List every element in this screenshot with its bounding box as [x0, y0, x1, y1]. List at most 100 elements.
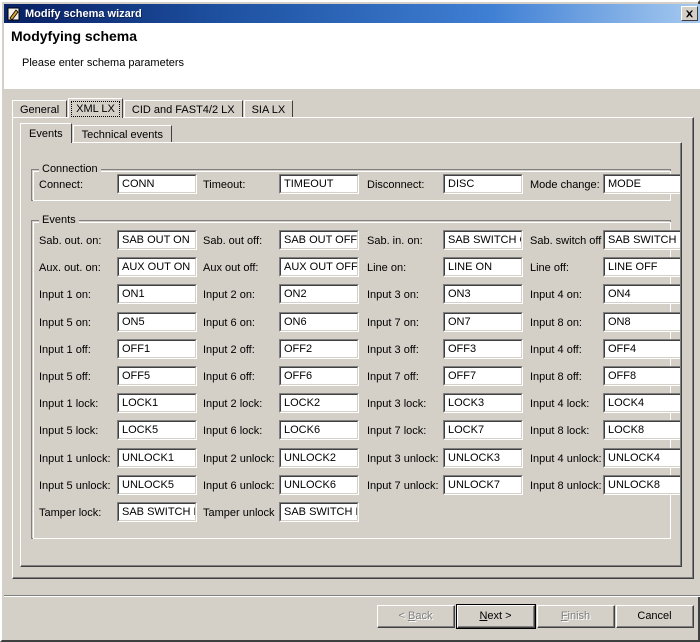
subtab-technical-events[interactable]: Technical events	[72, 125, 172, 143]
events-tab-panel-inner: Connection Connect: CONN Timeout: TIMEOU…	[21, 143, 681, 566]
event-field-input[interactable]: ON7	[443, 311, 523, 332]
event-field-value: ON6	[284, 315, 307, 328]
event-field-input[interactable]: LOCK3	[443, 393, 523, 414]
event-field-input[interactable]: SAB SWITCH L	[279, 502, 359, 522]
event-field-input[interactable]: LOCK6	[279, 420, 359, 441]
event-field-input[interactable]: UNLOCK8	[603, 474, 680, 495]
event-field-input[interactable]: OFF5	[117, 366, 197, 386]
wizard-header: Modyfying schema Please enter schema par…	[4, 23, 700, 90]
event-field-input[interactable]: SAB SWITCH C	[443, 230, 523, 250]
event-field-label: Input 2 unlock:	[203, 452, 275, 465]
event-field-input-inner: ON8	[604, 312, 680, 331]
event-field-input-inner: ON1	[118, 285, 196, 304]
timeout-label: Timeout:	[203, 179, 246, 191]
event-field-label: Input 6 unlock:	[203, 479, 275, 492]
events-subtabstrip: Events Technical events	[20, 123, 173, 143]
event-field-input[interactable]: LOCK1	[117, 393, 197, 414]
event-field-input[interactable]: OFF2	[279, 338, 359, 359]
protocol-tab-panel: Events Technical events Connection Conne…	[12, 117, 694, 579]
event-field-input[interactable]: LOCK2	[279, 393, 359, 414]
event-field-input[interactable]: AUX OUT ON	[117, 257, 197, 278]
event-field-label: Input 5 unlock:	[39, 479, 111, 492]
event-field-input[interactable]: SAB SWITCH (	[603, 230, 680, 250]
event-field-input-inner: LOCK8	[604, 421, 680, 440]
event-field-input[interactable]: LOCK7	[443, 420, 523, 441]
event-field-input[interactable]: ON8	[603, 311, 680, 332]
event-field-value: LOCK3	[448, 397, 485, 410]
cancel-button[interactable]: Cancel	[616, 605, 694, 628]
window-titlebar[interactable]: Modify schema wizard	[4, 4, 700, 23]
subtab-events[interactable]: Events	[20, 123, 72, 143]
event-field-input[interactable]: LINE ON	[443, 257, 523, 278]
event-field-input-inner: UNLOCK7	[444, 475, 522, 494]
protocol-tabstrip: General XML LX CID and FAST4/2 LX SIA LX	[12, 98, 694, 118]
tab-sia-lx[interactable]: SIA LX	[243, 100, 294, 118]
event-field-input[interactable]: UNLOCK1	[117, 447, 197, 468]
event-field-input[interactable]: LOCK8	[603, 420, 680, 441]
event-field-input[interactable]: LOCK4	[603, 393, 680, 414]
event-field-label: Input 1 lock:	[39, 398, 99, 411]
event-field-label: Input 6 on:	[203, 316, 255, 329]
event-field-input-inner: OFF3	[444, 339, 522, 358]
mode-change-input[interactable]: MODE	[603, 174, 680, 194]
event-field-input[interactable]: ON4	[603, 284, 680, 305]
event-field-value: LOCK6	[284, 424, 321, 437]
tab-xml-lx[interactable]: XML LX	[68, 98, 123, 118]
wizard-button-bar: < Back Next > Finish Cancel	[4, 598, 700, 640]
next-button[interactable]: Next >	[456, 604, 536, 629]
finish-button: Finish	[537, 605, 615, 628]
event-field-label: Sab. switch off	[530, 235, 602, 247]
event-field-value: SAB SWITCH L	[284, 506, 357, 518]
event-field-input[interactable]: UNLOCK7	[443, 474, 523, 495]
event-field-value: UNLOCK2	[284, 451, 336, 464]
back-button[interactable]: < Back	[377, 605, 455, 628]
event-field-input[interactable]: UNLOCK4	[603, 447, 680, 468]
tab-cid-and-fast42-lx-label: CID and FAST4/2 LX	[131, 103, 235, 116]
event-field-input[interactable]: ON5	[117, 311, 197, 332]
event-field-input[interactable]: OFF7	[443, 366, 523, 386]
finish-button-inner: Finish	[538, 606, 614, 627]
event-field-input[interactable]: ON3	[443, 284, 523, 305]
event-field-input[interactable]: AUX OUT OFF	[279, 257, 359, 278]
close-icon[interactable]	[681, 6, 698, 21]
event-field-value: ON1	[122, 288, 145, 301]
event-field-input[interactable]: OFF3	[443, 338, 523, 359]
event-field-input[interactable]: SAB OUT OFF	[279, 230, 359, 250]
event-field-input[interactable]: ON6	[279, 311, 359, 332]
tab-cid-and-fast42-lx[interactable]: CID and FAST4/2 LX	[123, 100, 243, 118]
event-field-input[interactable]: OFF4	[603, 338, 680, 359]
event-field-input[interactable]: OFF8	[603, 366, 680, 386]
timeout-input-value: TIMEOUT	[284, 178, 334, 190]
event-field-input[interactable]: OFF6	[279, 366, 359, 386]
event-field-input[interactable]: UNLOCK2	[279, 447, 359, 468]
event-field-input[interactable]: SAB OUT ON	[117, 230, 197, 250]
event-field-value: SAB OUT ON	[122, 234, 190, 246]
connect-input[interactable]: CONN	[117, 174, 197, 194]
event-field-input[interactable]: UNLOCK3	[443, 447, 523, 468]
tab-general[interactable]: General	[12, 100, 68, 118]
event-field-value: OFF3	[448, 342, 477, 355]
event-field-input-inner: SAB SWITCH L	[280, 503, 358, 521]
event-field-input-inner: SAB SWITCH (	[604, 231, 680, 249]
event-field-input[interactable]: UNLOCK6	[279, 474, 359, 495]
disconnect-input[interactable]: DISC	[443, 174, 523, 194]
event-field-input[interactable]: ON1	[117, 284, 197, 305]
timeout-input[interactable]: TIMEOUT	[279, 174, 359, 194]
event-field-input-inner: OFF2	[280, 339, 358, 358]
event-field-input[interactable]: SAB SWITCH L	[117, 502, 197, 522]
tab-sia-lx-label: SIA LX	[251, 103, 286, 116]
event-field-label: Input 7 unlock:	[367, 479, 439, 492]
page-title: Modyfying schema	[11, 28, 138, 44]
event-field-input-inner: ON6	[280, 312, 358, 331]
next-button-inner: Next >	[458, 606, 534, 627]
event-field-input[interactable]: UNLOCK5	[117, 474, 197, 495]
event-field-input[interactable]: LOCK5	[117, 420, 197, 441]
event-field-value: ON7	[448, 315, 471, 328]
event-field-input[interactable]: ON2	[279, 284, 359, 305]
event-field-input[interactable]: OFF1	[117, 338, 197, 359]
mode-change-label: Mode change:	[530, 179, 600, 191]
window-title: Modify schema wizard	[25, 7, 142, 20]
event-field-input[interactable]: LINE OFF	[603, 257, 680, 278]
events-group: Events Sab. out. on: SAB OUT ON Sab. out o…	[31, 214, 680, 539]
event-field-value: ON3	[448, 288, 471, 301]
